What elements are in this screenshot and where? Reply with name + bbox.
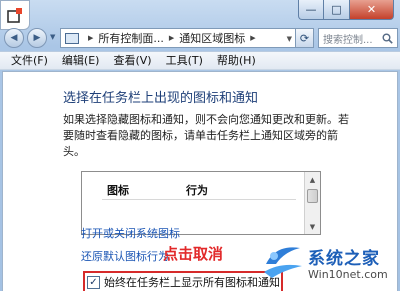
page-title: 选择在任务栏上出现的图标和通知 bbox=[63, 91, 259, 106]
menu-bar: 文件(F) 编辑(E) 查看(V) 工具(T) 帮助(H) bbox=[0, 51, 400, 70]
search-input[interactable]: 搜索控制... bbox=[318, 28, 398, 48]
recent-pages-dropdown-icon[interactable]: ▼ bbox=[50, 33, 55, 41]
menu-edit[interactable]: 编辑(E) bbox=[55, 52, 107, 69]
breadcrumb-notification-icons[interactable]: 通知区域图标 bbox=[179, 30, 245, 46]
always-show-all-icons-option[interactable]: ✓ 始终在任务栏上显示所有图标和通知 bbox=[83, 271, 283, 291]
control-panel-icon bbox=[65, 32, 79, 44]
page-description: 如果选择隐藏图标和通知，则不会向您通知更改和更新。若要随时查看隐藏的图标，请单击… bbox=[63, 113, 349, 158]
system-icons-link[interactable]: 打开或关闭系统图标 bbox=[81, 225, 180, 241]
scroll-thumb[interactable] bbox=[307, 189, 318, 203]
watermark-title: 系统之家 bbox=[308, 249, 380, 269]
search-placeholder: 搜索控制... bbox=[323, 34, 373, 46]
table-scrollbar[interactable]: ▲ ▼ bbox=[304, 172, 320, 234]
header-divider bbox=[102, 199, 296, 200]
window-controls: — □ ✕ bbox=[298, 0, 394, 20]
checkmark-icon: ✓ bbox=[89, 276, 98, 288]
menu-file[interactable]: 文件(F) bbox=[4, 52, 55, 69]
scroll-up-icon[interactable]: ▲ bbox=[305, 172, 320, 187]
menu-help[interactable]: 帮助(H) bbox=[210, 52, 263, 69]
forward-button[interactable]: ▶ bbox=[27, 28, 47, 48]
always-show-checkbox[interactable]: ✓ bbox=[87, 275, 100, 289]
watermark-url: Win10net.com bbox=[308, 268, 388, 281]
refresh-button[interactable]: ⟳ bbox=[296, 28, 314, 48]
column-header-icon[interactable]: 图标 bbox=[107, 182, 129, 198]
arrow-right-icon: ▶ bbox=[33, 33, 41, 43]
minimize-button[interactable]: — bbox=[298, 0, 324, 20]
address-bar[interactable]: ▶ 所有控制面... ▶ 通知区域图标 ▶ ▼ bbox=[60, 28, 296, 48]
chevron-right-icon[interactable]: ▶ bbox=[88, 34, 93, 42]
control-panel-window: — □ ✕ ◀ ▶ ▼ ▶ 所有控制面... ▶ 通知区域图标 ▶ ▼ ⟳ 搜索… bbox=[0, 0, 400, 291]
chevron-right-icon[interactable]: ▶ bbox=[169, 34, 174, 42]
search-icon[interactable] bbox=[382, 33, 393, 44]
maximize-button[interactable]: □ bbox=[324, 0, 350, 20]
scroll-down-icon[interactable]: ▼ bbox=[305, 219, 320, 234]
address-dropdown-icon[interactable]: ▼ bbox=[287, 35, 292, 43]
close-button[interactable]: ✕ bbox=[350, 0, 394, 20]
arrow-left-icon: ◀ bbox=[10, 33, 18, 43]
navigation-bar: ◀ ▶ ▼ ▶ 所有控制面... ▶ 通知区域图标 ▶ ▼ ⟳ 搜索控制... bbox=[0, 26, 400, 50]
click-to-uncheck-callout: 点击取消 bbox=[163, 245, 224, 263]
column-header-behavior[interactable]: 行为 bbox=[186, 182, 208, 198]
site-watermark: 系统之家 Win10net.com bbox=[262, 236, 396, 288]
restore-default-link[interactable]: 还原默认图标行为 bbox=[81, 248, 169, 264]
menu-tools[interactable]: 工具(T) bbox=[159, 52, 210, 69]
always-show-checkbox-label[interactable]: 始终在任务栏上显示所有图标和通知 bbox=[104, 274, 280, 290]
menu-view[interactable]: 查看(V) bbox=[106, 52, 158, 69]
chevron-right-icon[interactable]: ▶ bbox=[250, 34, 255, 42]
breadcrumb-all-control-panel[interactable]: 所有控制面... bbox=[98, 30, 164, 46]
refresh-icon: ⟳ bbox=[299, 31, 310, 45]
back-button[interactable]: ◀ bbox=[4, 28, 24, 48]
watermark-logo-icon bbox=[264, 247, 302, 278]
